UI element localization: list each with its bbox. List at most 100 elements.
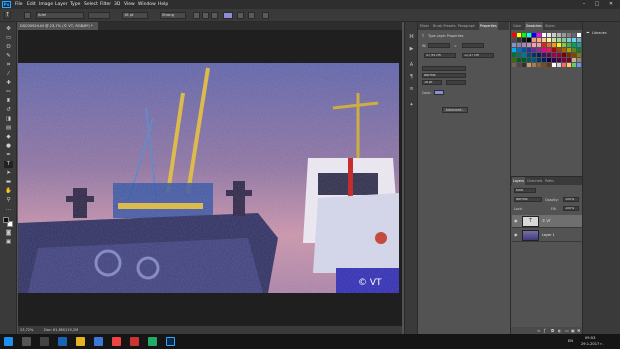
menu-view[interactable]: View: [124, 2, 135, 7]
quick-mask-icon[interactable]: ◙: [4, 230, 13, 237]
history-brush-tool-icon[interactable]: ↺: [4, 107, 13, 114]
actions-icon[interactable]: ▶: [408, 46, 415, 53]
pen-tool-icon[interactable]: ✒: [4, 152, 13, 159]
layer-row-image[interactable]: ◉ Layer 1: [512, 229, 582, 242]
paragraph-icon[interactable]: ¶: [408, 74, 415, 81]
eraser-tool-icon[interactable]: ◨: [4, 116, 13, 123]
character-panel-icon[interactable]: [248, 12, 255, 19]
search-icon[interactable]: [22, 337, 31, 346]
menu-edit[interactable]: Edit: [27, 2, 36, 7]
opacity-field[interactable]: 100%: [563, 197, 579, 202]
clock-date[interactable]: 29.1.2017 г.: [581, 342, 603, 346]
screen-mode-icon[interactable]: ▣: [4, 239, 13, 246]
libraries-icon[interactable]: ☁: [586, 30, 589, 34]
edge-icon[interactable]: [58, 337, 67, 346]
3d-text-icon[interactable]: [262, 12, 269, 19]
language-indicator[interactable]: EN: [568, 339, 573, 343]
gradient-tool-icon[interactable]: ▤: [4, 125, 13, 132]
hand-tool-icon[interactable]: ✋: [4, 188, 13, 195]
zoom-tool-icon[interactable]: ⚲: [4, 197, 13, 204]
fill-field[interactable]: 100%: [563, 206, 579, 211]
new-group-icon[interactable]: ▭: [565, 328, 569, 333]
align-right-icon[interactable]: [211, 12, 218, 19]
canvas-image[interactable]: © VT: [18, 63, 399, 293]
tab-layers[interactable]: Layers: [512, 177, 525, 185]
orientation-toggle-icon[interactable]: [24, 12, 31, 19]
brush-tool-icon[interactable]: ✏: [4, 89, 13, 96]
properties-icon[interactable]: ≡: [408, 86, 415, 93]
healing-brush-tool-icon[interactable]: ✚: [4, 80, 13, 87]
menu-3d[interactable]: 3D: [114, 2, 120, 7]
text-color-swatch[interactable]: [223, 12, 233, 19]
crop-tool-icon[interactable]: ⌗: [4, 62, 13, 69]
marquee-tool-icon[interactable]: ▭: [4, 35, 13, 42]
font-size-field[interactable]: 18 pt: [422, 80, 442, 85]
new-layer-icon[interactable]: ▣: [571, 328, 575, 333]
visibility-eye-icon[interactable]: ◉: [514, 233, 519, 237]
visibility-eye-icon[interactable]: ◉: [514, 219, 519, 223]
libraries-label[interactable]: Libraries: [592, 31, 607, 35]
foreground-color-swatch[interactable]: [3, 217, 9, 223]
layer-name[interactable]: Layer 1: [542, 233, 555, 237]
y-position-field[interactable]: 12,47 cm: [462, 53, 494, 58]
adjustment-icon[interactable]: ◐: [558, 328, 562, 333]
more-tools-icon[interactable]: …: [4, 206, 13, 213]
font-family-field[interactable]: [422, 66, 466, 71]
zoom-level[interactable]: 23,72%: [20, 326, 33, 334]
layer-filter-kind[interactable]: Kind: [514, 188, 536, 193]
maximize-button[interactable]: □: [592, 1, 602, 7]
minimize-button[interactable]: –: [579, 1, 589, 7]
app-icon-2[interactable]: [148, 337, 157, 346]
antialias-select[interactable]: Strong: [160, 12, 186, 19]
menu-type[interactable]: Type: [70, 2, 80, 7]
x-position-field[interactable]: 47,94 cm: [424, 53, 456, 58]
align-left-icon[interactable]: [193, 12, 200, 19]
font-size-select[interactable]: 18 pt: [122, 12, 148, 19]
blend-mode-select[interactable]: Normal: [514, 197, 542, 202]
font-style-field[interactable]: Normal: [422, 73, 466, 78]
file-explorer-icon[interactable]: [76, 337, 85, 346]
menu-help[interactable]: Help: [158, 2, 168, 7]
photoshop-taskbar-icon[interactable]: [166, 337, 175, 346]
quick-select-tool-icon[interactable]: ✎: [4, 53, 13, 60]
store-icon[interactable]: [94, 337, 103, 346]
brush-icon[interactable]: ✦: [408, 102, 415, 109]
layer-row-text[interactable]: ◉ T © VT: [512, 215, 582, 228]
advanced-button[interactable]: Advanced...: [442, 107, 468, 113]
menu-window[interactable]: Window: [138, 2, 156, 7]
type-tool-icon[interactable]: T: [4, 12, 11, 19]
clone-stamp-tool-icon[interactable]: ♜: [4, 98, 13, 105]
menu-file[interactable]: File: [15, 2, 23, 7]
link-layers-icon[interactable]: ∞: [537, 328, 540, 333]
font-family-select[interactable]: Ariel: [36, 12, 84, 19]
align-center-icon[interactable]: [202, 12, 209, 19]
layer-name[interactable]: © VT: [542, 219, 551, 223]
history-icon[interactable]: ⌘: [408, 34, 415, 41]
warp-text-icon[interactable]: [237, 12, 244, 19]
tab-color[interactable]: Color: [513, 22, 522, 30]
document-tab[interactable]: DSC00924.tif @ 23,7% (© VT, RGB/8*) *: [18, 22, 98, 30]
tab-properties[interactable]: Properties: [479, 22, 498, 30]
leading-field[interactable]: [446, 80, 466, 85]
type-tool-icon[interactable]: T: [4, 161, 13, 168]
menu-image[interactable]: Image: [39, 2, 53, 7]
move-tool-icon[interactable]: ✥: [4, 26, 13, 33]
tab-channels[interactable]: Channels: [527, 177, 542, 185]
menu-layer[interactable]: Layer: [55, 2, 68, 7]
trash-icon[interactable]: ✖: [577, 328, 580, 333]
path-selection-tool-icon[interactable]: ➤: [4, 170, 13, 177]
font-style-select[interactable]: [88, 12, 110, 19]
eyedropper-tool-icon[interactable]: ⁄: [4, 71, 13, 78]
close-window-button[interactable]: ✕: [606, 1, 616, 7]
tab-brush-presets[interactable]: Brush Presets: [433, 22, 456, 30]
windows-start-icon[interactable]: [4, 337, 13, 346]
text-color-field[interactable]: [434, 90, 444, 95]
task-view-icon[interactable]: [40, 337, 49, 346]
tab-paths[interactable]: Paths: [545, 177, 554, 185]
tab-swatches[interactable]: Swatches: [525, 22, 543, 30]
character-icon[interactable]: A: [408, 62, 415, 69]
fx-icon[interactable]: ƒ: [544, 328, 545, 333]
dodge-tool-icon[interactable]: ●: [4, 143, 13, 150]
mask-icon[interactable]: ◘: [551, 328, 554, 333]
tab-mixer[interactable]: Mixer: [420, 22, 429, 30]
